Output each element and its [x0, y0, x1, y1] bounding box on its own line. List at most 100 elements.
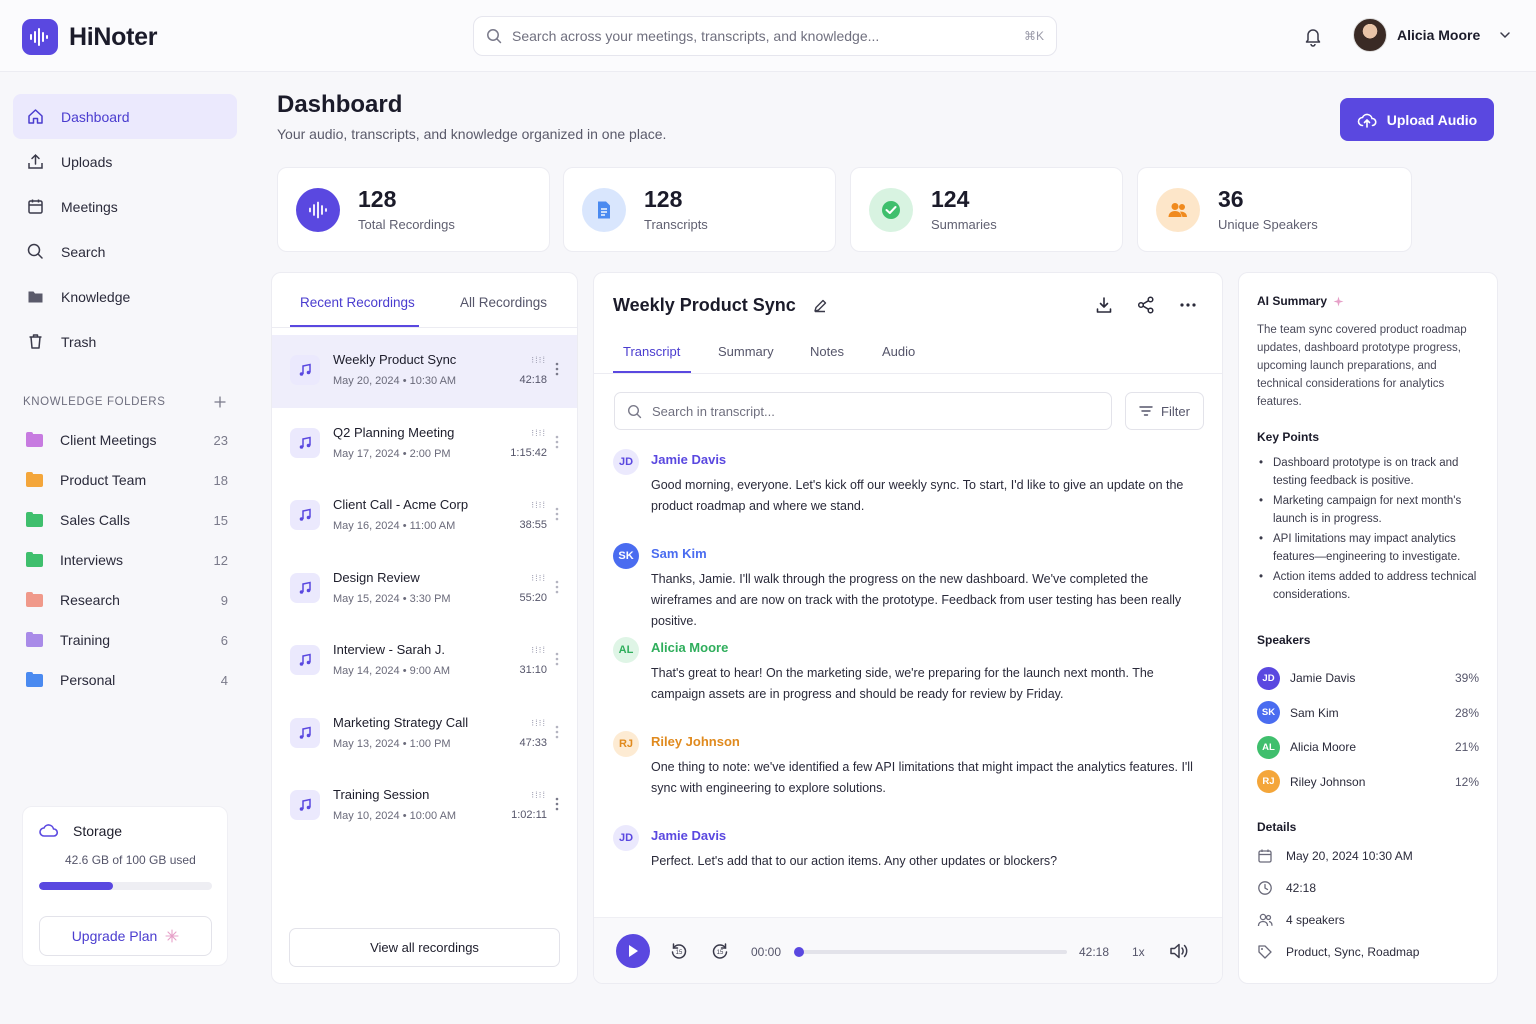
more-vertical-icon[interactable] — [555, 797, 559, 811]
sidebar-item-knowledge[interactable]: Knowledge — [13, 274, 237, 319]
users-icon — [1257, 913, 1273, 927]
key-point: Action items added to address technical … — [1257, 568, 1487, 604]
tab-all-recordings[interactable]: All Recordings — [460, 295, 547, 310]
speakers-list: JD Jamie Davis 39% SK Sam Kim 28% AL Alicia M… — [1257, 661, 1479, 799]
more-vertical-icon[interactable] — [555, 725, 559, 739]
list-item[interactable]: Marketing Strategy Call May 13, 2024 • 1… — [272, 698, 577, 771]
filter-button[interactable]: Filter — [1125, 392, 1204, 430]
seek-bar[interactable] — [794, 947, 1067, 957]
recording-duration: 47:33 — [519, 736, 547, 749]
music-note-icon — [290, 790, 320, 820]
more-vertical-icon[interactable] — [555, 580, 559, 594]
stat-value: 128 — [644, 185, 683, 212]
folder-item[interactable]: Client Meetings 23 — [26, 420, 228, 460]
seek-handle[interactable] — [794, 947, 804, 957]
transcript-search-placeholder: Search in transcript... — [652, 403, 775, 419]
user-name: Alicia Moore — [1397, 27, 1481, 43]
page-title: Dashboard — [277, 91, 403, 118]
svg-text:15: 15 — [717, 950, 724, 956]
list-item[interactable]: Interview - Sarah J. May 14, 2024 • 9:00… — [272, 625, 577, 698]
folder-icon — [26, 551, 43, 567]
speaker-name[interactable]: Jamie Davis — [651, 828, 726, 843]
folder-item[interactable]: Product Team 18 — [26, 460, 228, 500]
speaker-avatar: RJ — [1257, 770, 1280, 794]
folder-item[interactable]: Personal 4 — [26, 660, 228, 700]
tab-recent-recordings[interactable]: Recent Recordings — [300, 295, 415, 310]
play-button[interactable] — [616, 934, 650, 968]
waveform-icon: ⁝⁞⁝⁞ — [531, 500, 546, 510]
list-item[interactable]: Training Session May 10, 2024 • 10:00 AM… — [272, 770, 577, 843]
more-vertical-icon[interactable] — [555, 435, 559, 449]
speaker-row[interactable]: SK Sam Kim 28% — [1257, 696, 1479, 731]
stat-label: Total Recordings — [358, 217, 455, 233]
user-menu[interactable]: Alicia Moore — [1353, 18, 1512, 52]
detail-text: Product, Sync, Roadmap — [1286, 945, 1420, 959]
speaker-name[interactable]: Alicia Moore — [651, 640, 728, 655]
speaker-row[interactable]: JD Jamie Davis 39% — [1257, 661, 1479, 696]
speaker-name[interactable]: Jamie Davis — [651, 452, 726, 467]
recordings-tabs: Recent Recordings All Recordings — [272, 273, 577, 328]
volume-icon[interactable] — [1169, 942, 1189, 960]
folder-item[interactable]: Sales Calls 15 — [26, 500, 228, 540]
tab-transcript[interactable]: Transcript — [623, 344, 680, 359]
folder-item[interactable]: Interviews 12 — [26, 540, 228, 580]
playback-speed[interactable]: 1x — [1132, 945, 1145, 959]
sidebar-item-trash[interactable]: Trash — [13, 319, 237, 364]
transcript-text: One thing to note: we've identified a fe… — [651, 760, 1193, 795]
speaker-name: Alicia Moore — [1290, 740, 1357, 755]
transcript-panel: Weekly Product Sync Transcript Summary N… — [593, 272, 1223, 984]
more-vertical-icon[interactable] — [555, 652, 559, 666]
tab-audio[interactable]: Audio — [882, 344, 915, 359]
sidebar-item-meetings[interactable]: Meetings — [13, 184, 237, 229]
avatar — [1353, 18, 1387, 52]
sidebar-item-uploads[interactable]: Uploads — [13, 139, 237, 184]
total-time: 42:18 — [1079, 945, 1110, 959]
app-name: HiNoter — [69, 22, 158, 51]
list-item[interactable]: Weekly Product Sync May 20, 2024 • 10:30… — [272, 335, 577, 408]
speaker-row[interactable]: RJ Riley Johnson 12% — [1257, 765, 1479, 800]
pencil-icon[interactable] — [812, 298, 828, 314]
bell-icon[interactable] — [1302, 25, 1324, 47]
details-heading: Details — [1257, 820, 1297, 834]
transcript-search-input[interactable]: Search in transcript... — [614, 392, 1112, 430]
tab-summary[interactable]: Summary — [718, 344, 774, 359]
transcript-header: Weekly Product Sync — [613, 295, 828, 316]
speaker-name[interactable]: Riley Johnson — [651, 734, 740, 749]
list-item[interactable]: Q2 Planning Meeting May 17, 2024 • 2:00 … — [272, 408, 577, 481]
stat-label: Unique Speakers — [1218, 217, 1318, 233]
app-logo[interactable]: HiNoter — [22, 19, 157, 55]
plus-icon[interactable] — [213, 395, 227, 409]
upload-audio-button[interactable]: Upload Audio — [1340, 98, 1494, 141]
sidebar-item-search[interactable]: Search — [13, 229, 237, 274]
folder-icon — [26, 511, 43, 527]
transcript-title: Weekly Product Sync — [613, 295, 796, 315]
cloud-icon — [39, 824, 59, 837]
knowledge-folder-list: Client Meetings 23 Product Team 18 Sales C… — [26, 420, 228, 700]
sidebar-item-dashboard[interactable]: Dashboard — [13, 94, 237, 139]
waveform-icon: ⁝⁞⁝⁞ — [531, 427, 546, 438]
view-all-recordings-button[interactable]: View all recordings — [289, 928, 560, 967]
stat-label: Summaries — [931, 217, 997, 233]
folder-count: 4 — [220, 672, 228, 688]
stat-value: 124 — [931, 185, 970, 212]
upgrade-plan-button[interactable]: Upgrade Plan — [39, 916, 212, 956]
more-horizontal-icon[interactable] — [1178, 295, 1198, 315]
share-icon[interactable] — [1136, 295, 1156, 315]
transcript-entry: AL Alicia Moore That's great to hear! On… — [613, 635, 1203, 729]
more-vertical-icon[interactable] — [555, 362, 559, 376]
folder-item[interactable]: Training 6 — [26, 620, 228, 660]
speaker-row[interactable]: AL Alicia Moore 21% — [1257, 730, 1479, 765]
forward-icon[interactable]: 15 — [710, 941, 730, 961]
more-vertical-icon[interactable] — [555, 507, 559, 521]
speaker-avatar: JD — [613, 449, 639, 475]
folder-icon — [26, 431, 43, 447]
rewind-icon[interactable]: 15 — [669, 941, 689, 961]
speaker-name[interactable]: Sam Kim — [651, 546, 707, 561]
global-search-input[interactable]: Search across your meetings, transcripts… — [473, 16, 1057, 56]
filter-label: Filter — [1161, 403, 1190, 419]
list-item[interactable]: Design Review May 15, 2024 • 3:30 PM ⁝⁞⁝… — [272, 553, 577, 626]
folder-item[interactable]: Research 9 — [26, 580, 228, 620]
list-item[interactable]: Client Call - Acme Corp May 16, 2024 • 1… — [272, 480, 577, 553]
tab-notes[interactable]: Notes — [810, 344, 844, 359]
download-icon[interactable] — [1094, 295, 1114, 315]
